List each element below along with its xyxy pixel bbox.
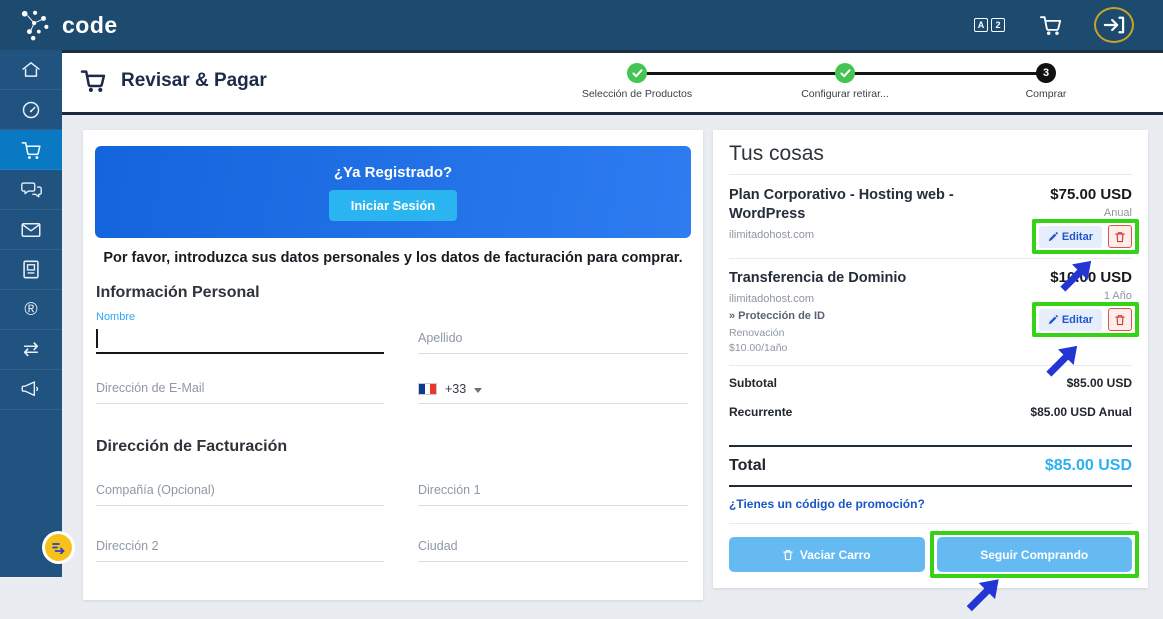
city-placeholder: Ciudad <box>418 539 458 561</box>
step-number: 3 <box>1036 63 1056 83</box>
sidebar: ® ⇄ <box>0 50 62 577</box>
envelope-icon <box>21 222 41 238</box>
address2-field[interactable]: Dirección 2 <box>96 518 384 562</box>
cart-icon[interactable] <box>1039 14 1063 36</box>
last-name-placeholder: Apellido <box>418 331 462 353</box>
trash-icon <box>1115 231 1125 243</box>
checkout-form-card: ¿Ya Registrado? Iniciar Sesión Por favor… <box>83 130 703 600</box>
check-icon <box>627 63 647 83</box>
personal-info-heading: Información Personal <box>96 284 703 302</box>
home-icon <box>21 60 41 79</box>
registered-trademark-icon: ® <box>24 299 37 320</box>
sidebar-item-dashboard[interactable] <box>0 90 62 130</box>
city-field[interactable]: Ciudad <box>418 518 688 562</box>
step-1[interactable]: Selección de Productos <box>567 63 707 100</box>
login-button[interactable]: Iniciar Sesión <box>329 190 458 221</box>
book-icon <box>22 260 40 279</box>
item-domain: ilimitadohost.com <box>729 293 1007 305</box>
promo-code-link[interactable]: ¿Tienes un código de promoción? <box>729 497 1132 511</box>
item-name: Plan Corporativo - Hosting web - WordPre… <box>729 186 1007 224</box>
totals-section: Subtotal $85.00 USD Recurrente $85.00 US… <box>729 366 1132 419</box>
pencil-icon <box>1048 315 1058 325</box>
last-name-field[interactable]: Apellido <box>418 310 688 354</box>
cart-summary-card: Tus cosas Plan Corporativo - Hosting web… <box>713 130 1148 588</box>
subtotal-value: $85.00 USD <box>1067 376 1132 390</box>
sidebar-item-domains[interactable]: ® <box>0 290 62 330</box>
empty-cart-button[interactable]: Vaciar Carro <box>729 537 925 572</box>
item-billing-cycle: 1 Año <box>1104 290 1132 302</box>
registered-banner: ¿Ya Registrado? Iniciar Sesión <box>95 146 691 238</box>
logo-dots-icon <box>18 9 54 41</box>
topbar: code A 2 <box>0 0 1163 50</box>
total-value: $85.00 USD <box>1045 457 1132 475</box>
cart-item-domain-transfer: Transferencia de Dominio ilimitadohost.c… <box>729 259 1132 365</box>
subtotal-label: Subtotal <box>729 376 777 390</box>
total-row: Total $85.00 USD <box>729 447 1132 485</box>
trash-icon <box>1115 314 1125 326</box>
sidebar-item-news[interactable] <box>0 250 62 290</box>
expand-arrow-icon <box>51 541 66 554</box>
text-cursor <box>96 329 98 348</box>
check-icon <box>835 63 855 83</box>
company-field[interactable]: Compañía (Opcional) <box>96 462 384 506</box>
gauge-icon <box>21 100 41 120</box>
megaphone-icon <box>21 380 41 399</box>
item-name: Transferencia de Dominio <box>729 269 1007 288</box>
cart-icon <box>80 68 107 93</box>
sidebar-item-announcements[interactable] <box>0 370 62 410</box>
trash-icon <box>783 549 793 561</box>
page-header: Revisar & Pagar Selección de Productos C… <box>62 50 1163 115</box>
continue-shopping-button[interactable]: Seguir Comprando <box>937 537 1133 572</box>
phone-country-code: +33 <box>445 382 466 403</box>
recurring-value: $85.00 USD Anual <box>1030 405 1132 419</box>
first-name-label: Nombre <box>96 311 135 323</box>
billing-heading: Dirección de Facturación <box>96 438 703 456</box>
item-renewal-price: $10.00/1año <box>729 341 1007 355</box>
chat-bubbles-icon <box>21 180 42 199</box>
email-placeholder: Dirección de E-Mail <box>96 381 204 403</box>
sidebar-item-home[interactable] <box>0 50 62 90</box>
item-price: $10.00 USD <box>1050 269 1132 286</box>
sidebar-item-mail[interactable] <box>0 210 62 250</box>
address2-placeholder: Dirección 2 <box>96 539 159 561</box>
logo-text: code <box>62 12 118 39</box>
sidebar-toggle-button[interactable] <box>45 534 72 561</box>
translate-icon[interactable]: A 2 <box>974 18 1005 32</box>
cart-summary-title: Tus cosas <box>729 142 1132 166</box>
sidebar-item-transfers[interactable]: ⇄ <box>0 330 62 370</box>
banner-question: ¿Ya Registrado? <box>334 164 452 181</box>
item-domain: ilimitadohost.com <box>729 229 1007 241</box>
page-title: Revisar & Pagar <box>80 68 267 93</box>
item-renewal-label: Renovación <box>729 326 1007 340</box>
logo[interactable]: code <box>18 9 118 41</box>
item-price: $75.00 USD <box>1050 186 1132 203</box>
pencil-icon <box>1048 232 1058 242</box>
address1-field[interactable]: Dirección 1 <box>418 462 688 506</box>
step-3[interactable]: 3 Comprar <box>976 63 1116 100</box>
total-label: Total <box>729 457 766 475</box>
recurring-label: Recurrente <box>729 405 792 419</box>
login-icon[interactable] <box>1097 10 1131 40</box>
phone-field[interactable]: +33 <box>418 364 688 404</box>
chevron-down-icon[interactable] <box>474 388 482 393</box>
france-flag-icon <box>418 383 437 395</box>
email-field[interactable]: Dirección de E-Mail <box>96 364 384 404</box>
first-name-field[interactable]: Nombre <box>96 310 384 354</box>
edit-item-button[interactable]: Editar <box>1039 309 1102 331</box>
cart-icon <box>21 140 42 160</box>
remove-item-button[interactable] <box>1108 308 1132 331</box>
intro-text: Por favor, introduzca sus datos personal… <box>83 250 703 266</box>
sidebar-item-cart[interactable] <box>0 130 62 170</box>
company-placeholder: Compañía (Opcional) <box>96 483 215 505</box>
sidebar-item-support[interactable] <box>0 170 62 210</box>
edit-item-button[interactable]: Editar <box>1039 226 1102 248</box>
item-billing-cycle: Anual <box>1104 207 1132 219</box>
address1-placeholder: Dirección 1 <box>418 483 481 505</box>
transfer-arrows-icon: ⇄ <box>23 338 39 361</box>
remove-item-button[interactable] <box>1108 225 1132 248</box>
step-2[interactable]: Configurar retirar... <box>775 63 915 100</box>
item-addon: » Protección de ID <box>729 310 1007 322</box>
cart-item-hosting: Plan Corporativo - Hosting web - WordPre… <box>729 175 1132 258</box>
